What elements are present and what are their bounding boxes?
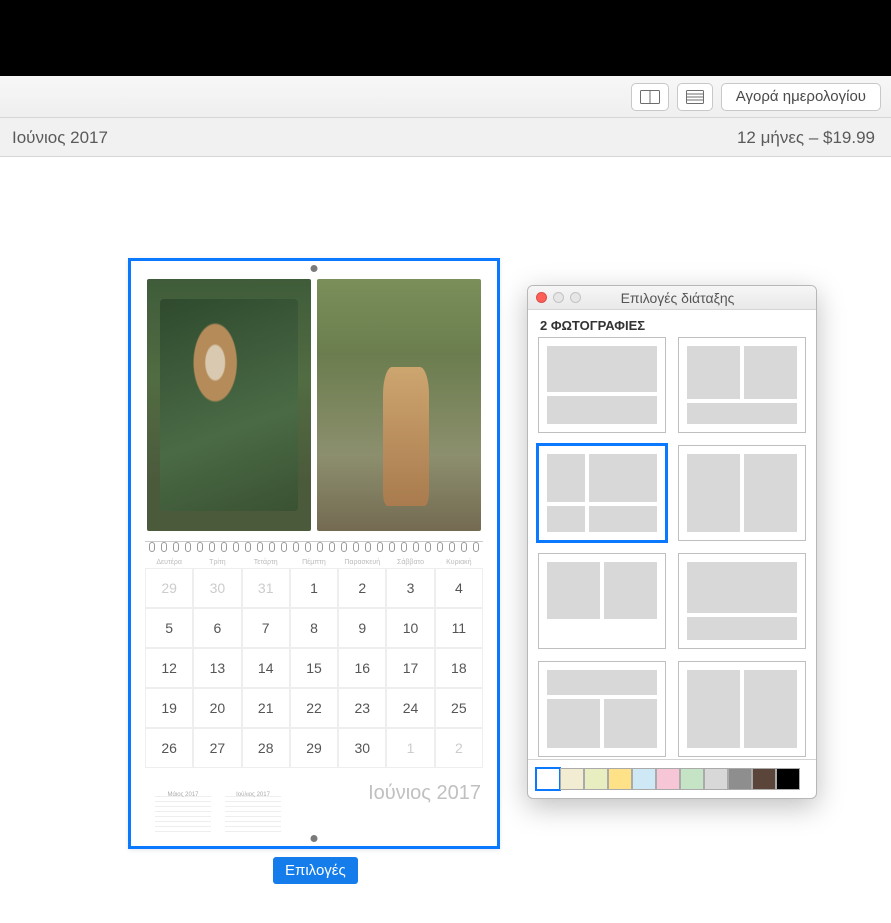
date-cell[interactable]: 18	[435, 648, 483, 688]
layout-thumb[interactable]	[678, 661, 806, 757]
date-cell[interactable]: 24	[386, 688, 434, 728]
date-cell[interactable]: 16	[338, 648, 386, 688]
spread-icon	[640, 90, 660, 104]
color-swatch[interactable]	[752, 768, 776, 790]
color-swatch[interactable]	[680, 768, 704, 790]
header-bar: Ιούνιος 2017 12 μήνες – $19.99	[0, 118, 891, 157]
date-cell[interactable]: 29	[290, 728, 338, 768]
date-cell[interactable]: 7	[242, 608, 290, 648]
mini-cal-next: Ιούλιος 2017	[225, 792, 281, 832]
callout-line	[606, 0, 608, 76]
layout-options-panel: Επιλογές διάταξης 2 ΦΩΤΟΓΡΑΦΙΕΣ	[527, 285, 817, 799]
day-headers: ΔευτέραΤρίτηΤετάρτηΠέμπτηΠαρασκευήΣάββατ…	[145, 559, 483, 566]
date-cell[interactable]: 19	[145, 688, 193, 728]
date-cell[interactable]: 25	[435, 688, 483, 728]
options-button[interactable]: Επιλογές	[273, 857, 358, 884]
panel-title: Επιλογές διάταξης	[587, 290, 768, 306]
date-cell[interactable]: 5	[145, 608, 193, 648]
window-controls	[536, 292, 581, 303]
date-cell[interactable]: 21	[242, 688, 290, 728]
date-cell[interactable]: 10	[386, 608, 434, 648]
close-window-button[interactable]	[536, 292, 547, 303]
punch-hole-icon	[311, 835, 318, 842]
day-header: Παρασκευή	[338, 559, 386, 566]
punch-hole-icon	[311, 265, 318, 272]
buy-calendar-button[interactable]: Αγορά ημερολογίου	[721, 83, 881, 111]
date-cell[interactable]: 2	[435, 728, 483, 768]
layout-thumb[interactable]	[678, 337, 806, 433]
month-grid-wrap: ΔευτέραΤρίτηΤετάρτηΠέμπτηΠαρασκευήΣάββατ…	[131, 553, 497, 776]
layout-thumbnails	[528, 337, 816, 759]
day-header: Τετάρτη	[242, 559, 290, 566]
date-cell[interactable]: 23	[338, 688, 386, 728]
date-cell[interactable]: 26	[145, 728, 193, 768]
grid-icon	[686, 90, 704, 104]
date-cell[interactable]: 6	[193, 608, 241, 648]
date-cell[interactable]: 1	[290, 568, 338, 608]
minimize-window-button[interactable]	[553, 292, 564, 303]
date-cell[interactable]: 29	[145, 568, 193, 608]
color-swatch[interactable]	[608, 768, 632, 790]
view-grid-button[interactable]	[677, 83, 713, 111]
calendar-page[interactable]: ΔευτέραΤρίτηΤετάρτηΠέμπτηΠαρασκευήΣάββατ…	[128, 258, 500, 849]
layout-thumb[interactable]	[538, 445, 666, 541]
photo-area	[131, 261, 497, 541]
editor-canvas: ΔευτέραΤρίτηΤετάρτηΠέμπτηΠαρασκευήΣάββατ…	[0, 157, 891, 919]
date-cell[interactable]: 9	[338, 608, 386, 648]
color-swatch[interactable]	[560, 768, 584, 790]
layout-thumb[interactable]	[678, 553, 806, 649]
month-grid: 2930311234567891011121314151617181920212…	[145, 568, 483, 768]
date-cell[interactable]: 12	[145, 648, 193, 688]
price-label: 12 μήνες – $19.99	[737, 128, 875, 148]
color-swatch[interactable]	[632, 768, 656, 790]
date-cell[interactable]: 22	[290, 688, 338, 728]
date-cell[interactable]: 8	[290, 608, 338, 648]
day-header: Δευτέρα	[145, 559, 193, 566]
date-cell[interactable]: 13	[193, 648, 241, 688]
color-swatch[interactable]	[728, 768, 752, 790]
day-header: Πέμπτη	[290, 559, 338, 566]
panel-titlebar: Επιλογές διάταξης	[528, 286, 816, 310]
color-swatch[interactable]	[584, 768, 608, 790]
color-swatches	[528, 759, 816, 798]
date-cell[interactable]: 20	[193, 688, 241, 728]
day-header: Κυριακή	[435, 559, 483, 566]
date-cell[interactable]: 4	[435, 568, 483, 608]
toolbar: Αγορά ημερολογίου	[0, 76, 891, 118]
color-swatch[interactable]	[776, 768, 800, 790]
month-title: Ιούνιος 2017	[12, 128, 108, 148]
date-cell[interactable]: 14	[242, 648, 290, 688]
date-cell[interactable]: 15	[290, 648, 338, 688]
photo-slot-1[interactable]	[147, 279, 311, 531]
date-cell[interactable]: 28	[242, 728, 290, 768]
date-cell[interactable]: 27	[193, 728, 241, 768]
mini-calendars: Μάιος 2017 Ιούλιος 2017	[155, 792, 281, 832]
color-swatch[interactable]	[656, 768, 680, 790]
date-cell[interactable]: 11	[435, 608, 483, 648]
color-swatch[interactable]	[536, 768, 560, 790]
layout-thumb[interactable]	[678, 445, 806, 541]
date-cell[interactable]: 30	[338, 728, 386, 768]
date-cell[interactable]: 17	[386, 648, 434, 688]
day-header: Τρίτη	[193, 559, 241, 566]
date-cell[interactable]: 3	[386, 568, 434, 608]
date-cell[interactable]: 31	[242, 568, 290, 608]
layout-thumb[interactable]	[538, 661, 666, 757]
spiral-binding	[145, 541, 483, 553]
zoom-window-button[interactable]	[570, 292, 581, 303]
annotation-bar	[0, 0, 891, 76]
photo-slot-2[interactable]	[317, 279, 481, 531]
view-spread-button[interactable]	[631, 83, 669, 111]
date-cell[interactable]: 1	[386, 728, 434, 768]
layout-thumb[interactable]	[538, 553, 666, 649]
layout-section-label: 2 ΦΩΤΟΓΡΑΦΙΕΣ	[528, 310, 816, 337]
mini-cal-prev: Μάιος 2017	[155, 792, 211, 832]
layout-thumb[interactable]	[538, 337, 666, 433]
date-cell[interactable]: 30	[193, 568, 241, 608]
date-cell[interactable]: 2	[338, 568, 386, 608]
color-swatch[interactable]	[704, 768, 728, 790]
day-header: Σάββατο	[386, 559, 434, 566]
